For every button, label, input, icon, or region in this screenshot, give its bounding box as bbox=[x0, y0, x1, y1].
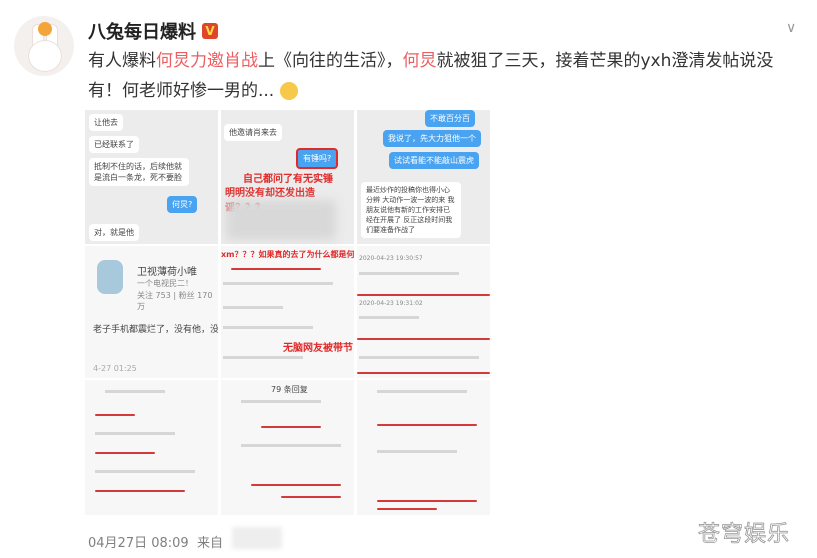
source-label: 来自 bbox=[196, 536, 223, 551]
emoji-icon bbox=[279, 82, 298, 100]
source-blurred bbox=[232, 527, 282, 549]
image-thumb[interactable]: 2020-04-23 19:30:57 2020-04-23 19:31:02 bbox=[357, 246, 490, 378]
author-name[interactable]: 八兔每日爆料 V bbox=[88, 18, 218, 44]
image-thumb[interactable]: 让他去 已经联系了 抵制不住的话，后续他就是流白一条龙，死不要脸 何炅? 对，就… bbox=[85, 110, 218, 244]
image-thumb[interactable]: 不敢百分百 我说了，先大力狙他一个 试试看能不能敲山震虎 最近炒作的投稿你也得小… bbox=[357, 110, 490, 244]
image-grid: 让他去 已经联系了 抵制不住的话，后续他就是流白一条龙，死不要脸 何炅? 对，就… bbox=[85, 110, 490, 515]
author-link[interactable]: 八兔每日爆料 bbox=[88, 18, 196, 44]
watermark: 苍穹娱乐 bbox=[698, 522, 791, 548]
image-thumb[interactable]: 79 条回复 bbox=[221, 380, 354, 515]
topic-link[interactable]: 何炅 bbox=[403, 51, 437, 71]
image-thumb[interactable]: xm？？？如果真的去了为什么都是何灵谴 无脑网友被带节 bbox=[221, 246, 354, 378]
verified-badge-icon: V bbox=[202, 23, 218, 39]
image-thumb[interactable] bbox=[357, 380, 490, 515]
avatar[interactable] bbox=[14, 16, 74, 76]
image-thumb[interactable] bbox=[85, 380, 218, 515]
topic-link[interactable]: 何炅力邀肖战 bbox=[156, 51, 258, 71]
image-thumb[interactable]: 他邀请肖来去 有锤吗? 自己都问了有无实锤 明明没有却还发出造谣？？？ bbox=[221, 110, 354, 244]
chevron-down-icon[interactable]: ∨ bbox=[786, 20, 796, 36]
timestamp[interactable]: 04月27日 08:09 bbox=[88, 536, 189, 551]
post-text: 有人爆料何炅力邀肖战上《向往的生活》，何炅就被狙了三天，接着芒果的yxh澄清发帖… bbox=[88, 51, 774, 101]
image-thumb[interactable]: 卫视薄荷小唯 一个电视民二！ 关注 753 | 粉丝 170万 老子手机都震烂了… bbox=[85, 246, 218, 378]
post-meta: 04月27日 08:09 来自 bbox=[88, 532, 223, 551]
